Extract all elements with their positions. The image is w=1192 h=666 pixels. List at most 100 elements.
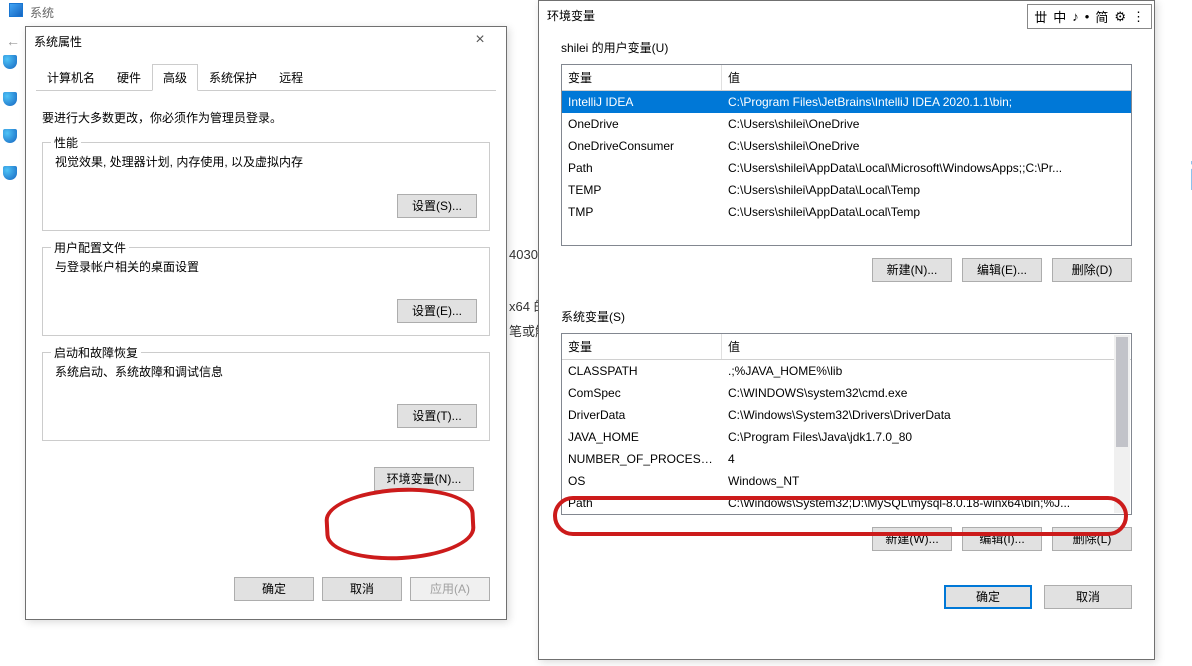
cell-var: DriverData <box>562 406 722 424</box>
table-row[interactable]: PathC:\Windows\System32;D:\MySQL\mysql-8… <box>562 492 1131 514</box>
tab-strip: 计算机名硬件高级系统保护远程 <box>36 63 496 91</box>
delete-sys-var-button[interactable]: 删除(L) <box>1052 527 1132 551</box>
table-row[interactable]: ComSpecC:\WINDOWS\system32\cmd.exe <box>562 382 1131 404</box>
cell-val: Windows_NT <box>722 472 1131 490</box>
cell-var: OneDriveConsumer <box>562 137 722 155</box>
bg-title: 系统 <box>30 4 54 21</box>
ime-toolbar[interactable]: 丗中♪•简⚙⋮ <box>1027 4 1152 29</box>
ime-item[interactable]: • <box>1083 9 1092 24</box>
new-user-var-button[interactable]: 新建(N)... <box>872 258 952 282</box>
edit-user-var-button[interactable]: 编辑(E)... <box>962 258 1042 282</box>
shield-icon <box>3 129 17 143</box>
table-row[interactable]: OneDriveConsumerC:\Users\shilei\OneDrive <box>562 135 1131 157</box>
ime-item[interactable]: ⚙ <box>1112 9 1128 25</box>
table-row[interactable]: IntelliJ IDEAC:\Program Files\JetBrains\… <box>562 91 1131 113</box>
cell-var: Path <box>562 159 722 177</box>
table-header[interactable]: 变量 值 <box>562 65 1131 91</box>
table-header[interactable]: 变量 值 <box>562 334 1131 360</box>
table-row[interactable]: DriverDataC:\Windows\System32\Drivers\Dr… <box>562 404 1131 426</box>
cell-val: C:\Program Files\Java\jdk1.7.0_80 <box>722 428 1131 446</box>
cell-val: 4 <box>722 450 1131 468</box>
table-row[interactable]: OneDriveC:\Users\shilei\OneDrive <box>562 113 1131 135</box>
col-variable[interactable]: 变量 <box>562 65 722 90</box>
tab-content: 要进行大多数更改，你必须作为管理员登录。 性能 视觉效果, 处理器计划, 内存使… <box>26 91 506 511</box>
startup-settings-button[interactable]: 设置(T)... <box>397 404 477 428</box>
bg-text: 4030 <box>509 247 538 262</box>
group-performance: 性能 视觉效果, 处理器计划, 内存使用, 以及虚拟内存 设置(S)... <box>42 142 490 231</box>
scrollbar[interactable] <box>1114 335 1130 513</box>
cell-val: C:\Users\shilei\AppData\Local\Microsoft\… <box>722 159 1131 177</box>
ime-item[interactable]: 中 <box>1051 7 1068 26</box>
nav-strip: ← <box>0 30 20 183</box>
table-row[interactable]: JAVA_HOMEC:\Program Files\Java\jdk1.7.0_… <box>562 426 1131 448</box>
user-vars-label: shilei 的用户变量(U) <box>561 39 1132 56</box>
system-variables-section: 系统变量(S) 变量 值 CLASSPATH.;%JAVA_HOME%\libC… <box>539 300 1154 551</box>
table-row[interactable]: TEMPC:\Users\shilei\AppData\Local\Temp <box>562 179 1131 201</box>
dialog-title: 环境变量 <box>547 1 595 31</box>
cell-var: TEMP <box>562 181 722 199</box>
tab-4[interactable]: 远程 <box>268 64 314 91</box>
group-title: 启动和故障恢复 <box>51 344 141 361</box>
cell-val: .;%JAVA_HOME%\lib <box>722 362 1131 380</box>
cell-val: C:\Program Files\JetBrains\IntelliJ IDEA… <box>722 93 1131 111</box>
apply-button: 应用(A) <box>410 577 490 601</box>
col-value[interactable]: 值 <box>722 334 1131 359</box>
scroll-thumb[interactable] <box>1116 337 1128 447</box>
ok-button[interactable]: 确定 <box>234 577 314 601</box>
sys-vars-buttons: 新建(W)... 编辑(I)... 删除(L) <box>561 527 1132 551</box>
profile-settings-button[interactable]: 设置(E)... <box>397 299 477 323</box>
table-row[interactable]: PathC:\Users\shilei\AppData\Local\Micros… <box>562 157 1131 179</box>
ime-item[interactable]: ♪ <box>1070 9 1081 24</box>
back-arrow[interactable]: ← <box>6 33 20 49</box>
cell-val: C:\Windows\System32\Drivers\DriverData <box>722 406 1131 424</box>
cell-var: CLASSPATH <box>562 362 722 380</box>
dialog-titlebar[interactable]: 系统属性 × <box>26 27 506 57</box>
ime-item[interactable]: 丗 <box>1032 7 1049 26</box>
group-user-profile: 用户配置文件 与登录帐户相关的桌面设置 设置(E)... <box>42 247 490 336</box>
table-row[interactable]: OSWindows_NT <box>562 470 1131 492</box>
user-vars-table[interactable]: 变量 值 IntelliJ IDEAC:\Program Files\JetBr… <box>561 64 1132 246</box>
delete-user-var-button[interactable]: 删除(D) <box>1052 258 1132 282</box>
tab-1[interactable]: 硬件 <box>106 64 152 91</box>
cell-val: C:\Users\shilei\OneDrive <box>722 137 1131 155</box>
group-startup-recovery: 启动和故障恢复 系统启动、系统故障和调试信息 设置(T)... <box>42 352 490 441</box>
close-icon[interactable]: × <box>462 28 498 56</box>
user-variables-section: shilei 的用户变量(U) 变量 值 IntelliJ IDEAC:\Pro… <box>539 31 1154 282</box>
perf-settings-button[interactable]: 设置(S)... <box>397 194 477 218</box>
tab-3[interactable]: 系统保护 <box>198 64 268 91</box>
sys-vars-label: 系统变量(S) <box>561 308 1132 325</box>
table-body: IntelliJ IDEAC:\Program Files\JetBrains\… <box>562 91 1131 223</box>
cell-var: ComSpec <box>562 384 722 402</box>
cell-var: NUMBER_OF_PROCESSORS <box>562 450 722 468</box>
tab-0[interactable]: 计算机名 <box>36 64 106 91</box>
environment-variables-button[interactable]: 环境变量(N)... <box>374 467 474 491</box>
cell-val: C:\Users\shilei\OneDrive <box>722 115 1131 133</box>
ime-item[interactable]: ⋮ <box>1130 9 1147 25</box>
new-sys-var-button[interactable]: 新建(W)... <box>872 527 952 551</box>
cell-val: C:\Windows\System32;D:\MySQL\mysql-8.0.1… <box>722 494 1131 512</box>
col-variable[interactable]: 变量 <box>562 334 722 359</box>
system-properties-dialog: 系统属性 × 计算机名硬件高级系统保护远程 要进行大多数更改，你必须作为管理员登… <box>25 26 507 620</box>
dialog-buttons: 确定 取消 应用(A) <box>218 567 506 611</box>
environment-variables-dialog: 环境变量 丗中♪•简⚙⋮ shilei 的用户变量(U) 变量 值 Intell… <box>538 0 1155 660</box>
shield-icon <box>3 92 17 106</box>
cancel-button[interactable]: 取消 <box>1044 585 1132 609</box>
table-row[interactable]: CLASSPATH.;%JAVA_HOME%\lib <box>562 360 1131 382</box>
table-row[interactable]: TMPC:\Users\shilei\AppData\Local\Temp <box>562 201 1131 223</box>
cell-var: Path <box>562 494 722 512</box>
group-title: 用户配置文件 <box>51 239 129 256</box>
cell-var: IntelliJ IDEA <box>562 93 722 111</box>
group-desc: 视觉效果, 处理器计划, 内存使用, 以及虚拟内存 <box>55 153 477 170</box>
cell-var: OneDrive <box>562 115 722 133</box>
shield-icon <box>3 166 17 180</box>
ime-item[interactable]: 简 <box>1093 7 1110 26</box>
cancel-button[interactable]: 取消 <box>322 577 402 601</box>
col-value[interactable]: 值 <box>722 65 1131 90</box>
tab-2[interactable]: 高级 <box>152 64 198 91</box>
group-desc: 系统启动、系统故障和调试信息 <box>55 363 477 380</box>
table-row[interactable]: NUMBER_OF_PROCESSORS4 <box>562 448 1131 470</box>
table-body: CLASSPATH.;%JAVA_HOME%\libComSpecC:\WIND… <box>562 360 1131 514</box>
edit-sys-var-button[interactable]: 编辑(I)... <box>962 527 1042 551</box>
ok-button[interactable]: 确定 <box>944 585 1032 609</box>
sys-vars-table[interactable]: 变量 值 CLASSPATH.;%JAVA_HOME%\libComSpecC:… <box>561 333 1132 515</box>
